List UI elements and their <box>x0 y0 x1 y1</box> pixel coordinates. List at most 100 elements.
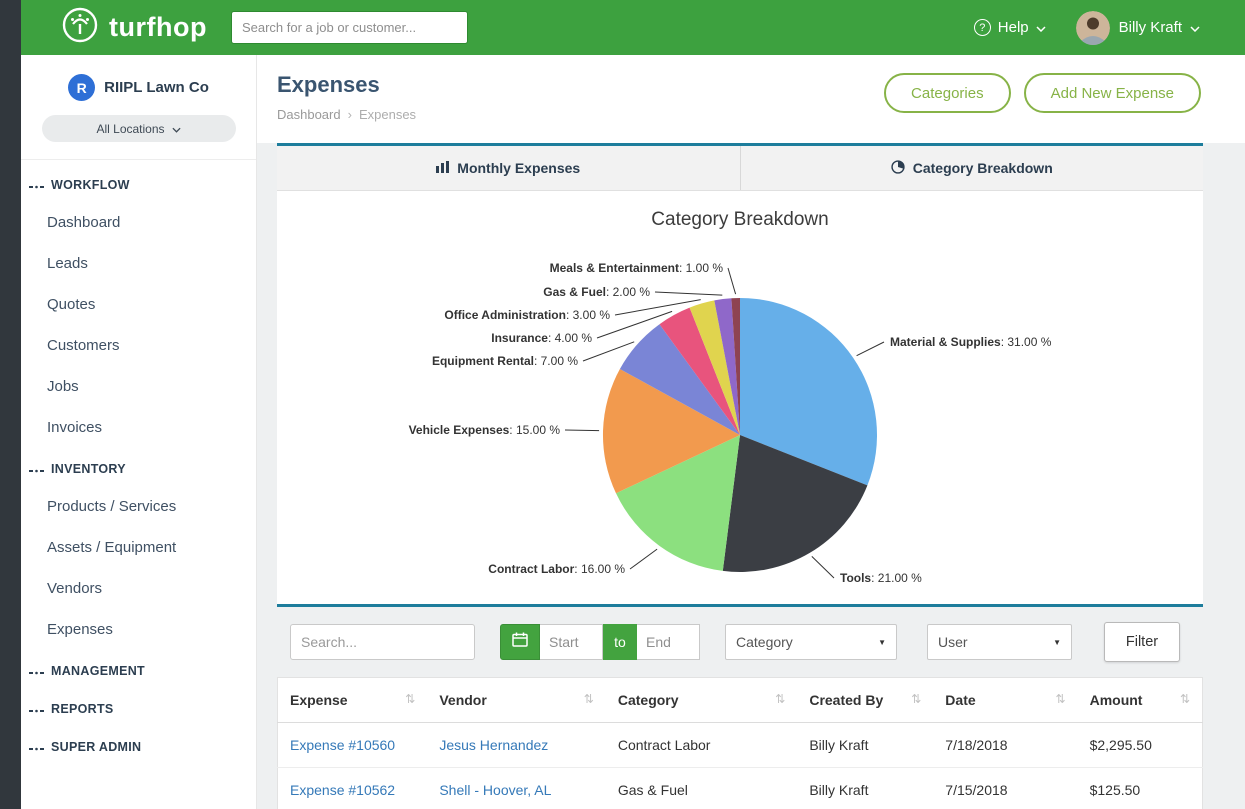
dropdown-arrow-icon: ▼ <box>878 638 886 647</box>
user-name: Billy Kraft <box>1119 19 1182 36</box>
breadcrumb-expenses: Expenses <box>359 107 416 122</box>
breadcrumb-separator-icon: › <box>348 107 352 122</box>
calendar-icon <box>512 632 528 652</box>
nav-section-super-admin[interactable]: SUPER ADMIN <box>21 726 256 764</box>
sidebar-item-assets-equipment[interactable]: Assets / Equipment <box>21 527 256 568</box>
company-logo-icon: R <box>68 74 95 101</box>
add-new-expense-button[interactable]: Add New Expense <box>1024 73 1201 113</box>
pie-label-line <box>812 556 834 578</box>
user-menu[interactable]: Billy Kraft <box>1119 19 1200 36</box>
help-label: Help <box>998 19 1029 36</box>
column-header-created-by[interactable]: ⇅Created By <box>797 678 933 723</box>
dropdown-arrow-icon: ▼ <box>1053 638 1061 647</box>
help-icon: ? <box>974 19 991 36</box>
sort-icon[interactable]: ⇅ <box>775 692 785 706</box>
sidebar-nav: WORKFLOW Dashboard Leads Quotes Customer… <box>21 160 256 764</box>
brand-logo[interactable]: turfhop <box>61 6 207 49</box>
column-header-vendor[interactable]: ⇅Vendor <box>427 678 606 723</box>
pie-label: Tools: 21.00 % <box>840 571 922 585</box>
location-selector[interactable]: All Locations <box>42 115 236 142</box>
branch-icon <box>29 462 44 476</box>
vendor-link[interactable]: Jesus Hernandez <box>439 737 548 753</box>
main-content: Expenses Dashboard › Expenses Categories… <box>257 55 1245 809</box>
sidebar-item-invoices[interactable]: Invoices <box>21 407 256 448</box>
user-avatar[interactable] <box>1076 11 1110 45</box>
pie-label-line <box>728 268 736 294</box>
filter-bar: to Category ▼ User ▼ Filter <box>277 607 1203 677</box>
nav-section-reports[interactable]: REPORTS <box>21 688 256 726</box>
pie-label-line <box>565 430 599 431</box>
help-menu[interactable]: ? Help <box>974 19 1046 36</box>
app-window: turfhop ? Help Billy Kraft <box>0 0 1245 809</box>
filter-button[interactable]: Filter <box>1104 622 1180 662</box>
sidebar-item-dashboard[interactable]: Dashboard <box>21 202 256 243</box>
category-select[interactable]: Category ▼ <box>725 624 897 660</box>
created-by-cell: Billy Kraft <box>797 723 933 768</box>
pie-label: Material & Supplies: 31.00 % <box>890 335 1052 349</box>
sidebar-item-products-services[interactable]: Products / Services <box>21 486 256 527</box>
sort-icon[interactable]: ⇅ <box>1180 692 1190 706</box>
table-row: Expense #10560 Jesus Hernandez Contract … <box>278 723 1203 768</box>
sidebar-item-leads[interactable]: Leads <box>21 243 256 284</box>
sort-icon[interactable]: ⇅ <box>1056 692 1066 706</box>
nav-section-inventory: INVENTORY <box>21 448 256 486</box>
branch-icon <box>29 178 44 192</box>
category-cell: Gas & Fuel <box>606 768 797 809</box>
branch-icon <box>29 740 44 754</box>
table-row: Expense #10562 Shell - Hoover, AL Gas & … <box>278 768 1203 809</box>
sidebar-item-vendors[interactable]: Vendors <box>21 568 256 609</box>
expense-link[interactable]: Expense #10560 <box>290 737 395 753</box>
pie-label: Insurance: 4.00 % <box>491 331 592 345</box>
chart-title: Category Breakdown <box>277 209 1203 231</box>
sort-icon[interactable]: ⇅ <box>405 692 415 706</box>
pie-label: Vehicle Expenses: 15.00 % <box>409 423 561 437</box>
date-end-input[interactable] <box>637 624 700 660</box>
tab-monthly-expenses[interactable]: Monthly Expenses <box>277 146 741 190</box>
created-by-cell: Billy Kraft <box>797 768 933 809</box>
breadcrumb-dashboard[interactable]: Dashboard <box>277 107 341 122</box>
expense-view-tabs: Monthly Expenses Category Breakdown <box>277 143 1203 191</box>
expense-link[interactable]: Expense #10562 <box>290 782 395 798</box>
chevron-down-icon <box>172 122 181 136</box>
page-header: Expenses Dashboard › Expenses Categories… <box>257 55 1245 143</box>
sidebar-item-jobs[interactable]: Jobs <box>21 366 256 407</box>
category-cell: Contract Labor <box>606 723 797 768</box>
branch-icon <box>29 702 44 716</box>
sidebar-item-quotes[interactable]: Quotes <box>21 284 256 325</box>
table-search-input[interactable] <box>290 624 475 660</box>
pie-label-line <box>857 342 884 356</box>
nav-section-management[interactable]: MANAGEMENT <box>21 650 256 688</box>
top-header: turfhop ? Help Billy Kraft <box>21 0 1245 55</box>
calendar-button[interactable] <box>500 624 540 660</box>
sort-icon[interactable]: ⇅ <box>911 692 921 706</box>
expenses-table: ⇅Expense ⇅Vendor ⇅Category ⇅Created By ⇅… <box>277 677 1203 809</box>
column-header-amount[interactable]: ⇅Amount <box>1078 678 1203 723</box>
column-header-category[interactable]: ⇅Category <box>606 678 797 723</box>
table-header-row: ⇅Expense ⇅Vendor ⇅Category ⇅Created By ⇅… <box>278 678 1203 723</box>
tab-category-breakdown[interactable]: Category Breakdown <box>741 146 1204 190</box>
pie-label: Contract Labor: 16.00 % <box>488 562 625 576</box>
user-select[interactable]: User ▼ <box>927 624 1072 660</box>
sort-icon[interactable]: ⇅ <box>584 692 594 706</box>
date-cell: 7/15/2018 <box>933 768 1077 809</box>
pie-chart-icon <box>891 160 905 177</box>
global-search-input[interactable] <box>231 11 468 44</box>
column-header-date[interactable]: ⇅Date <box>933 678 1077 723</box>
sidebar-item-expenses[interactable]: Expenses <box>21 609 256 650</box>
sidebar-item-customers[interactable]: Customers <box>21 325 256 366</box>
categories-button[interactable]: Categories <box>884 73 1011 113</box>
amount-cell: $2,295.50 <box>1078 723 1203 768</box>
pie-label: Gas & Fuel: 2.00 % <box>543 285 650 299</box>
company-selector[interactable]: R RIIPL Lawn Co <box>21 74 256 101</box>
date-to-label: to <box>603 624 637 660</box>
date-start-input[interactable] <box>540 624 603 660</box>
category-breakdown-panel: Category Breakdown Material & Supplies: … <box>277 191 1203 607</box>
pie-label: Meals & Entertainment: 1.00 % <box>550 261 724 275</box>
date-cell: 7/18/2018 <box>933 723 1077 768</box>
amount-cell: $125.50 <box>1078 768 1203 809</box>
pie-label-line <box>630 549 657 569</box>
pie-label: Office Administration: 3.00 % <box>444 308 610 322</box>
vendor-link[interactable]: Shell - Hoover, AL <box>439 782 551 798</box>
bar-chart-icon <box>436 160 449 176</box>
column-header-expense[interactable]: ⇅Expense <box>278 678 428 723</box>
